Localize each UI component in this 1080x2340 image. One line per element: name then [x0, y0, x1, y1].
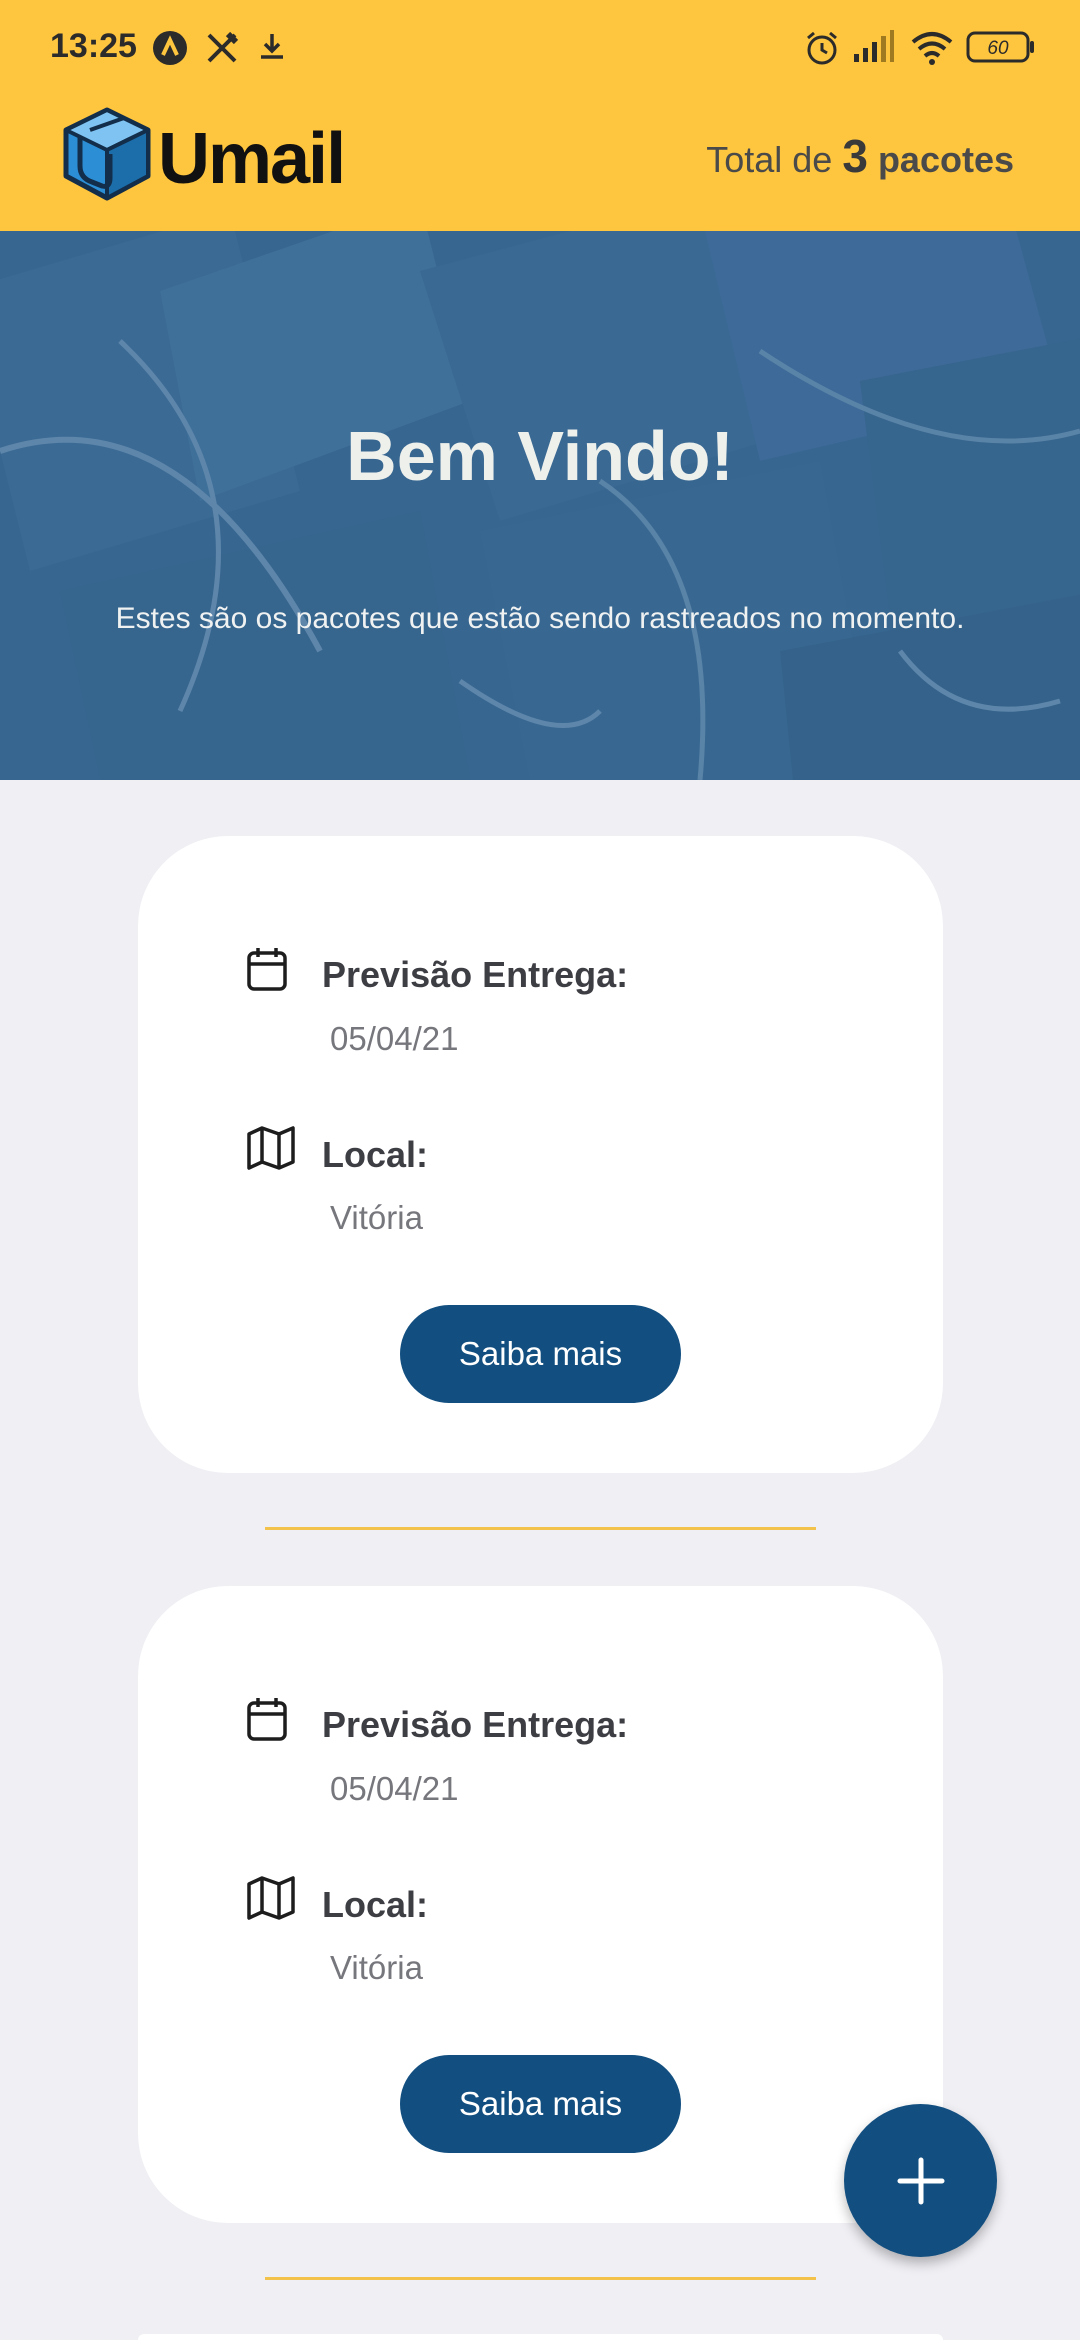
calendar-icon [247, 1698, 287, 1741]
plus-icon [897, 2157, 944, 2204]
package-total: Total de 3 pacotes [706, 129, 1014, 183]
welcome-title: Bem Vindo! [346, 417, 734, 495]
app-header: Umail Total de 3 pacotes [0, 96, 1080, 231]
delivery-label: Previsão Entrega: [322, 1704, 629, 1745]
box-logo-icon [63, 107, 151, 201]
app-top-area: 13:25 60 Umail Total de 3 pacotes [0, 0, 1080, 231]
package-card: Previsão Entrega: 05/04/21 Local: Vitóri… [138, 1586, 943, 2223]
location-label: Local: [322, 1134, 429, 1175]
location-value: Vitória [330, 1949, 423, 1986]
total-count: 3 [842, 130, 868, 182]
download-icon [261, 34, 283, 59]
alarm-icon [807, 31, 837, 65]
package-card-partial [138, 2334, 943, 2340]
status-time: 13:25 [50, 27, 137, 65]
wifi-icon [911, 32, 953, 65]
location-label: Local: [322, 1884, 429, 1925]
app-a-icon [153, 31, 187, 65]
gift-boxes-background-image [0, 231, 1080, 780]
welcome-subtitle: Estes são os pacotes que estão sendo ras… [115, 602, 965, 635]
more-info-button[interactable]: Saiba mais [400, 1305, 681, 1403]
delivery-label: Previsão Entrega: [322, 954, 629, 995]
total-prefix: Total de [706, 139, 833, 180]
status-bar: 13:25 60 [0, 0, 1080, 96]
package-card: Previsão Entrega: 05/04/21 Local: Vitóri… [138, 836, 943, 1473]
cutlery-icon [207, 31, 239, 63]
location-value: Vitória [330, 1199, 423, 1236]
map-icon [247, 1876, 295, 1920]
map-icon [247, 1126, 295, 1170]
battery-icon: 60 [966, 31, 1034, 63]
delivery-date: 05/04/21 [330, 1770, 459, 1807]
card-divider [265, 1527, 816, 1530]
delivery-date: 05/04/21 [330, 1020, 459, 1057]
calendar-icon [247, 948, 287, 991]
card-divider [265, 2277, 816, 2280]
total-unit: pacotes [877, 139, 1014, 180]
signal-icon [854, 30, 894, 62]
brand-name: Umail [158, 119, 346, 199]
hero-banner: Bem Vindo! Estes são os pacotes que estã… [0, 231, 1080, 780]
battery-level: 60 [987, 38, 1009, 59]
add-package-button[interactable] [844, 2104, 997, 2257]
more-info-button[interactable]: Saiba mais [400, 2055, 681, 2153]
